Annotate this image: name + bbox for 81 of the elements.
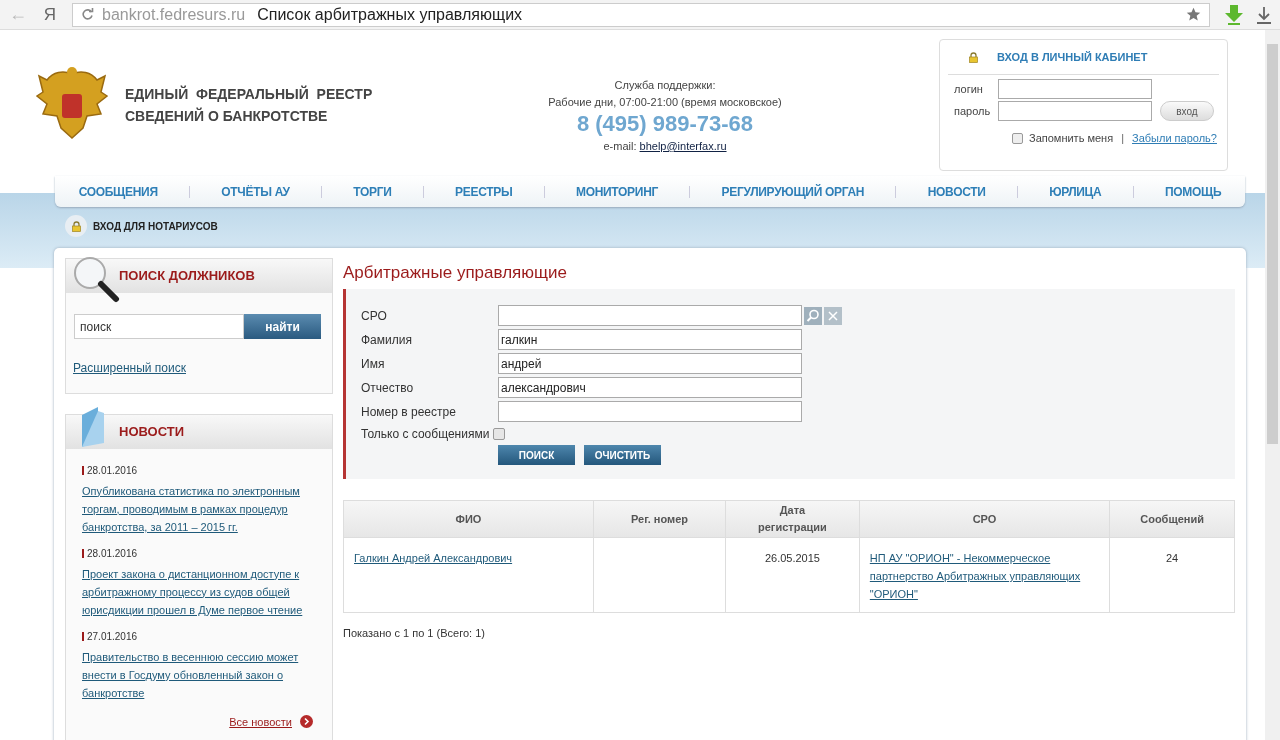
debtor-search-field[interactable]: поиск (74, 314, 244, 339)
book-icon (80, 406, 106, 447)
find-button[interactable]: найти (244, 314, 321, 339)
manager-name-link[interactable]: Галкин Андрей Александрович (354, 552, 513, 564)
only-messages-checkbox[interactable] (493, 428, 506, 440)
date-marker (82, 465, 84, 475)
forgot-password-link[interactable]: Забыли пароль? (1132, 130, 1217, 147)
text-field[interactable]: андрей (498, 353, 802, 374)
news-link[interactable]: Проект закона о дистанционном доступе к арбитражному процессу из судов общей юрисдикции прошел в Думе первое чтение (82, 564, 316, 619)
nav-link[interactable]: ПОМОЩЬ (1164, 182, 1222, 201)
separator: | (1121, 131, 1124, 146)
news-date: 27.01.2016 (87, 629, 138, 644)
close-icon[interactable] (824, 306, 842, 325)
table-cell: 26.05.2015 (764, 552, 820, 564)
search-icon[interactable] (804, 306, 822, 325)
field-label: Отчество (361, 379, 415, 397)
support-hours: Рабочие дни, 07:00-21:00 (время московское) (548, 95, 782, 110)
chevron-circle-icon[interactable] (300, 715, 313, 729)
password-label: пароль (953, 103, 992, 119)
nav-link[interactable]: РЕЕСТРЫ (455, 182, 513, 201)
results-summary: Показано с 1 по 1 (Всего: 1) (343, 626, 486, 641)
nav-link[interactable]: НОВОСТИ (927, 182, 986, 201)
nav-link[interactable]: ЮРЛИЦА (1049, 182, 1102, 201)
download-arrow-icon[interactable] (1256, 5, 1272, 24)
login-label: логин (953, 81, 984, 97)
news-date: 28.01.2016 (87, 546, 138, 561)
star-icon[interactable] (1186, 7, 1201, 22)
lock-icon (968, 51, 979, 63)
news-date: 28.01.2016 (87, 463, 138, 478)
column-header: ФИО (343, 500, 594, 538)
url-domain: bankrot.fedresurs.ru (102, 4, 246, 25)
date-marker (82, 631, 84, 641)
column-header: Дата регистрации (725, 500, 860, 538)
field-label: СРО (361, 307, 388, 325)
form-button[interactable]: ПОИСК (498, 445, 575, 465)
column-header: СРО (859, 500, 1110, 538)
text-field[interactable]: александрович (498, 377, 802, 398)
nav-link[interactable]: ОТЧЁТЫ АУ (221, 182, 290, 201)
reload-icon[interactable] (81, 8, 94, 21)
nav-link[interactable]: ТОРГИ (353, 182, 392, 201)
download-icon[interactable] (1224, 3, 1244, 26)
password-field[interactable] (998, 101, 1152, 121)
nav-link[interactable]: РЕГУЛИРУЮЩИЙ ОРГАН (721, 182, 865, 201)
news-link[interactable]: Опубликована статистика по электронным торгам, проводимым в рамках процедур банкротства, за 2011 – 2015 гг. (82, 481, 316, 536)
page-heading: Арбитражные управляющие (343, 262, 568, 284)
email-label: e-mail: (603, 140, 637, 152)
all-news-link[interactable]: Все новости (229, 713, 292, 731)
nav-link[interactable]: СООБЩЕНИЯ (78, 182, 158, 201)
scrollbar[interactable] (1265, 30, 1280, 740)
checkbox-label: Только с сообщениями (361, 426, 490, 443)
login-field[interactable] (998, 79, 1152, 99)
remember-checkbox[interactable] (1012, 132, 1023, 144)
remember-label: Запомнить меня (1029, 131, 1114, 146)
news-link[interactable]: Правительство в весеннюю сессию может внести в Госдуму обновленный закон о банкротстве (82, 647, 316, 702)
support-phone: 8 (495) 989-73-68 (576, 111, 754, 137)
login-button[interactable]: вход (1160, 101, 1214, 121)
panel-title: НОВОСТИ (119, 422, 185, 441)
support-label: Служба поддержки: (614, 78, 716, 93)
browser-logo[interactable]: Я (40, 1, 60, 28)
column-header: Рег. номер (593, 500, 726, 538)
panel-title: ПОИСК ДОЛЖНИКОВ (119, 267, 255, 286)
site-title: СВЕДЕНИЙ О БАНКРОТСТВЕ (125, 106, 329, 126)
lock-icon (70, 220, 82, 232)
text-field[interactable]: галкин (498, 329, 802, 350)
table-cell: 24 (1166, 552, 1179, 564)
column-header: Сообщений (1109, 500, 1235, 538)
text-field[interactable] (498, 401, 802, 422)
field-label: Номер в реестре (361, 403, 457, 421)
advanced-search-link[interactable]: Расширенный поиск (73, 359, 332, 377)
address-bar[interactable]: bankrot.fedresurs.ru Список арбитражных управляющих (72, 2, 1210, 27)
notary-login-link[interactable]: ВХОД ДЛЯ НОТАРИУСОВ (93, 218, 218, 234)
date-marker (82, 548, 84, 558)
nav-link[interactable]: МОНИТОРИНГ (575, 182, 659, 201)
field-label: Фамилия (361, 331, 413, 349)
url-page-title: Список арбитражных управляющих (257, 4, 523, 25)
field-label: Имя (361, 355, 386, 373)
email-link[interactable]: bhelp@interfax.ru (639, 140, 727, 152)
text-field[interactable] (498, 305, 802, 326)
login-title: ВХОД В ЛИЧНЫЙ КАБИНЕТ (997, 49, 1148, 65)
site-title: ЕДИНЫЙ ФЕДЕРАЛЬНЫЙ РЕЕСТР (125, 84, 373, 104)
form-button[interactable]: ОЧИСТИТЬ (584, 445, 661, 465)
